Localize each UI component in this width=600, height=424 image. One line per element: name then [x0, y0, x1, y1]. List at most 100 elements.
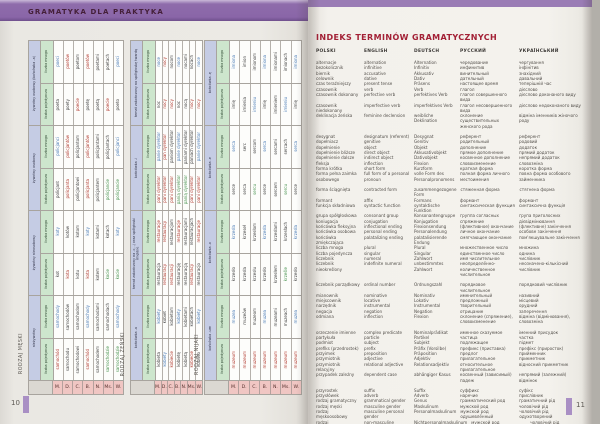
declension-form-cell: imionami: [271, 41, 282, 83]
case-label-cell: M.: [53, 381, 64, 394]
declension-form: nocą: [182, 99, 188, 110]
declension-form: koty: [55, 227, 61, 237]
index-cell: непрямий (залежний) відмінок: [519, 372, 567, 383]
declension-form-cell: samochodowi: [74, 338, 84, 380]
case-row-spacer: [29, 381, 53, 394]
declension-form: poeto: [115, 98, 121, 110]
declension-form: policjantach: [105, 134, 111, 159]
declension-form: kotów: [65, 225, 71, 238]
number-label: liczba mnoga: [220, 220, 225, 244]
declension-form: samochodach: [105, 302, 111, 331]
declension-form-cell: kocie: [114, 253, 123, 295]
declension-form: samochód: [55, 348, 61, 370]
number-label: liczba pojedyncza: [44, 174, 49, 205]
index-cell: perfektives Verb: [414, 91, 448, 97]
declension-form-cell: imionach: [281, 41, 292, 83]
declension-form: kobiety: [156, 309, 161, 325]
noun-class-header-cell: końcówka -e: [205, 126, 217, 210]
index-cell: склонение (спряжение), словоизменение: [460, 314, 513, 325]
declension-form: kocie: [115, 269, 121, 280]
declension-form: kotami: [95, 224, 101, 239]
declension-form-cell: paniach dyrektor: [189, 126, 197, 168]
declension-form-cell: krzesłach: [281, 211, 292, 253]
declension-form-cell: muzeami: [271, 296, 282, 338]
declension-form: poecie: [75, 97, 81, 111]
noun-class-block: końcówka -ę liczba mnoga imiona imion imiono…: [205, 41, 301, 126]
declension-form: koty: [115, 227, 121, 237]
declension-form: restauracjo: [196, 262, 201, 286]
declension-form: imieniem: [272, 94, 278, 114]
declension-form: muzeach: [282, 307, 288, 326]
declension-form: poecie: [105, 97, 111, 111]
declension-form: samochodowi: [75, 345, 81, 373]
plural-row: liczba mnoga muzea muzeów muzeom muzea muzeam…: [217, 296, 301, 338]
declension-form: samochodom: [75, 303, 81, 331]
index-row: liczebnik porządkowy ordinal number Ordnun…: [316, 282, 586, 293]
declension-form-cell: muzeum: [271, 338, 282, 380]
number-label: liczba pojedyncza: [44, 344, 49, 375]
number-label-cell: liczba mnoga: [217, 126, 230, 168]
declension-form-cell: nocy: [162, 83, 170, 125]
number-label-cell: liczba pojedyncza: [41, 168, 54, 210]
index-cell: unbestimmtes Zahlwort: [414, 261, 444, 272]
declension-form-cell: panie dyrektor: [156, 126, 163, 168]
declension-form: poeci: [115, 56, 121, 68]
declension-form-cell: samochodów: [64, 296, 74, 338]
noun-class-header-label: żywotny nieosobowy: [31, 235, 36, 271]
index-row: rodzaj męskoosobowy masculine personal ge…: [316, 409, 586, 420]
declension-form-cell: nocy: [162, 41, 170, 83]
number-label-cell: liczba mnoga: [217, 41, 230, 83]
declension-form: muzeum: [252, 350, 257, 368]
index-cell: przypadek zależny: [316, 372, 355, 378]
declension-form-cell: muzeum: [260, 338, 272, 380]
declension-form-cell: sercom: [250, 126, 261, 168]
chapter-title: GRAMATYKA DLA PRAKTYKA: [28, 8, 164, 16]
case-label-cell: Ms.: [281, 381, 292, 394]
declension-form: noce: [156, 56, 161, 67]
declension-form-cell: krzesło: [230, 253, 241, 295]
declension-form-cell: kobieta: [156, 338, 163, 380]
index-cell: czasownik dokonany: [316, 91, 359, 97]
case-label-cell: N.: [270, 381, 282, 394]
declension-form-cell: krzesła: [240, 253, 251, 295]
declension-form: serc: [241, 142, 247, 151]
declension-form-cell: kotami: [94, 211, 104, 253]
declension-form: poety: [65, 98, 71, 110]
declension-form-cell: muzeum: [240, 338, 251, 380]
declension-form: pań dyrektor: [162, 133, 168, 160]
declension-form: restauracją: [182, 262, 188, 286]
noun-class-forms: liczba mnoga poeci poetów poetom poetów poeta…: [41, 41, 123, 125]
singular-row: liczba pojedyncza pani dyrektor pani dyrek…: [143, 167, 203, 210]
noun-class-header-cell: temat zakończony na -c, -j oraz spółgłos…: [131, 211, 143, 295]
declension-form: policjancie: [115, 178, 121, 200]
index-block: alternacje alternation Alternation чередова…: [316, 60, 586, 129]
declension-form: restauracjach: [189, 218, 195, 246]
declension-form-cell: restauracjami: [182, 211, 190, 253]
declension-form-cell: pani dyrektor: [189, 168, 197, 210]
singular-row: liczba pojedyncza restauracja restauracji r…: [143, 252, 203, 295]
declension-form-cell: kota: [84, 253, 94, 295]
index-cell: rodzaj niemęskoosobowy: [316, 419, 329, 424]
index-cell: неопределённо-количественное числительно…: [460, 261, 496, 277]
case-label-cell: C.: [249, 381, 261, 394]
declension-form: serce: [231, 183, 237, 195]
declension-form-cell: imieniu: [281, 83, 292, 125]
declension-form: krzesłu: [252, 267, 257, 282]
declension-form-cell: poetach: [104, 41, 114, 83]
index-cell: dependent case: [364, 372, 397, 378]
case-label-cell: B.: [260, 381, 271, 394]
column-header-english: ENGLISH: [364, 49, 388, 54]
declension-form-cell: sercach: [281, 126, 292, 168]
declension-form-cell: samochód: [54, 338, 64, 380]
declension-form-cell: pani dyrektor: [169, 168, 177, 210]
declension-form: imię: [231, 99, 237, 109]
noun-class-header-label: końcówka -ę: [207, 72, 212, 94]
index-row: czasownik dokonany perfective verb perfekt…: [316, 92, 586, 103]
declension-form: policjantów: [65, 135, 71, 159]
declension-form: kocie: [105, 269, 111, 280]
singular-row: liczba pojedyncza krzesło krzesła krzesłu kr…: [217, 252, 301, 295]
declension-form: imionom: [252, 53, 257, 71]
declension-form-cell: poetami: [94, 41, 104, 83]
declension-form: poetę: [85, 98, 91, 110]
declension-form-cell: nocom: [169, 41, 177, 83]
